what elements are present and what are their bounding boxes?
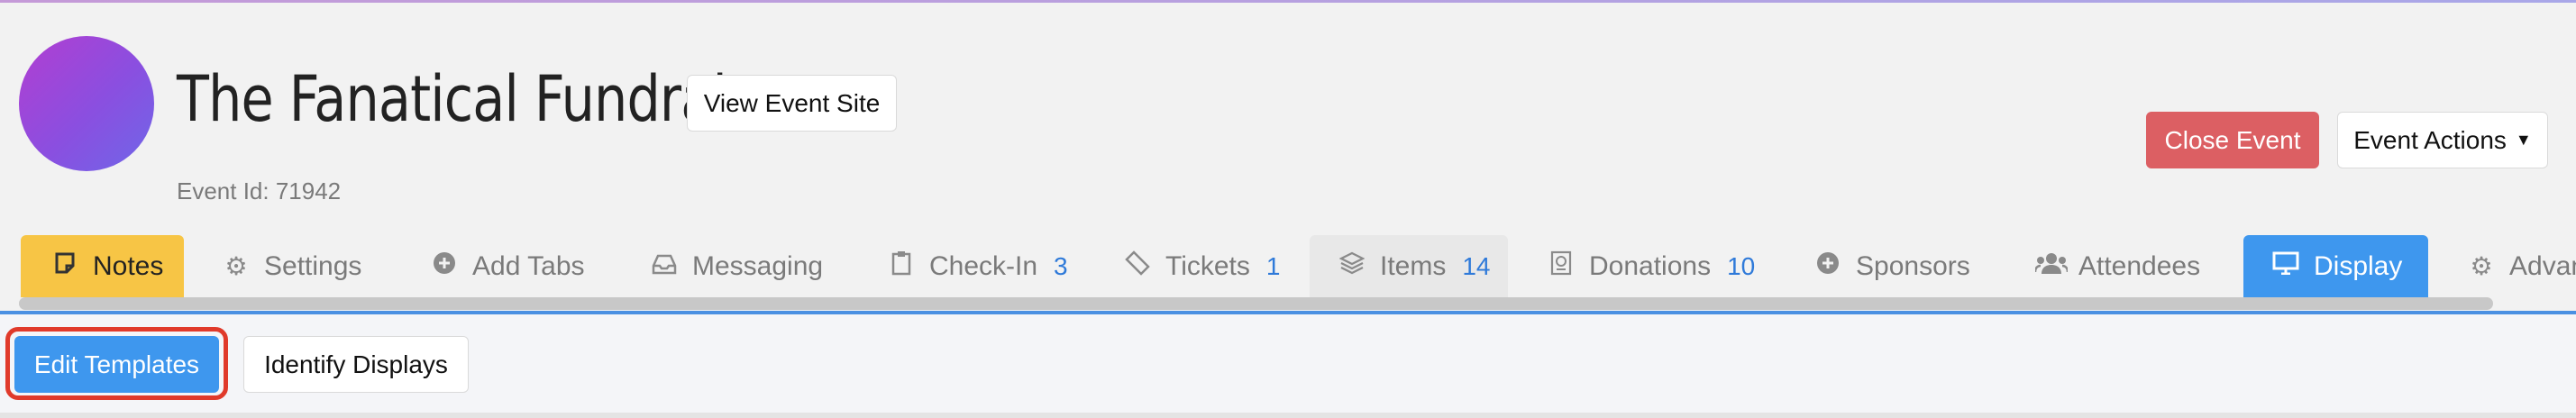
- tab-attendees[interactable]: Attendees: [2033, 235, 2201, 297]
- gear-icon: ⚙: [224, 252, 248, 280]
- inbox-icon: [649, 252, 680, 281]
- tab-advanced[interactable]: ⚙ Advan: [2466, 235, 2576, 297]
- tab-count: 14: [1462, 251, 1491, 280]
- tab-label: Donations: [1589, 250, 1712, 281]
- tab-label: Tickets: [1165, 250, 1250, 281]
- event-id: Event Id: 71942: [177, 177, 342, 204]
- top-accent-bar: [0, 0, 2576, 3]
- subnav-divider: [0, 413, 2576, 418]
- event-avatar: [19, 36, 154, 171]
- tab-items[interactable]: Items 14: [1310, 235, 1508, 297]
- view-event-site-button[interactable]: View Event Site: [687, 75, 897, 132]
- tab-label: Notes: [93, 250, 164, 281]
- monitor-icon: [2270, 251, 2301, 281]
- tab-check-in[interactable]: Check-In 3: [886, 235, 1068, 297]
- tab-label: Display: [2314, 250, 2403, 281]
- clipboard-icon: [886, 250, 917, 282]
- tab-label: Items: [1380, 250, 1447, 281]
- tab-label: Attendees: [2078, 250, 2201, 281]
- tab-count: 10: [1727, 251, 1756, 280]
- identify-displays-button[interactable]: Identify Displays: [243, 336, 469, 393]
- note-icon: [50, 251, 80, 281]
- users-icon: [2033, 251, 2069, 281]
- tab-tickets[interactable]: Tickets 1: [1122, 235, 1280, 297]
- tab-label: Add Tabs: [472, 250, 585, 281]
- edit-templates-button[interactable]: Edit Templates: [14, 336, 219, 393]
- tab-notes[interactable]: Notes: [21, 235, 184, 297]
- plus-circle-icon: [429, 251, 460, 281]
- layers-icon: [1337, 251, 1367, 281]
- tab-add-tabs[interactable]: Add Tabs: [429, 235, 585, 297]
- tab-display[interactable]: Display: [2243, 235, 2428, 297]
- tab-settings[interactable]: ⚙ Settings: [221, 235, 361, 297]
- tab-label: Sponsors: [1856, 250, 1970, 281]
- ticket-icon: [1122, 250, 1153, 282]
- tab-sponsors[interactable]: Sponsors: [1813, 235, 1970, 297]
- tab-label: Advan: [2509, 250, 2576, 281]
- tab-label: Settings: [264, 250, 362, 281]
- tab-messaging[interactable]: Messaging: [649, 235, 823, 297]
- plus-circle-icon: [1813, 251, 1843, 281]
- tab-count: 3: [1054, 251, 1068, 280]
- gears-icon: ⚙: [2470, 252, 2493, 280]
- close-event-button[interactable]: Close Event: [2146, 112, 2319, 168]
- tab-label: Messaging: [692, 250, 824, 281]
- event-actions-label: Event Actions: [2353, 125, 2507, 154]
- tab-donations[interactable]: Donations 10: [1546, 235, 1755, 297]
- caret-down-icon: ▼: [2515, 131, 2532, 149]
- donation-icon: [1546, 250, 1576, 282]
- event-actions-dropdown[interactable]: Event Actions ▼: [2337, 112, 2548, 168]
- tabs-scrollbar[interactable]: [19, 297, 2493, 310]
- tab-label: Check-In: [929, 250, 1038, 281]
- tab-count: 1: [1265, 251, 1281, 280]
